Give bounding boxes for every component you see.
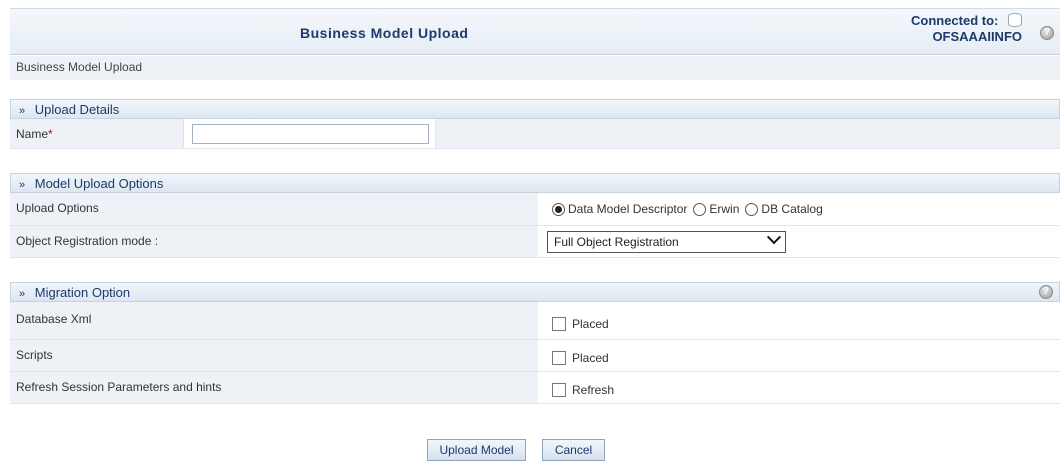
- database-xml-label: Database Xml: [16, 312, 92, 326]
- db-catalog-radio[interactable]: [745, 202, 759, 216]
- refresh-session-row: Refresh Session Parameters and hints Ref…: [10, 372, 1060, 404]
- section-title: Upload Details: [34, 102, 120, 117]
- object-registration-label: Object Registration mode :: [16, 234, 159, 248]
- database-xml-cell: Placed: [538, 302, 1060, 339]
- upload-options-radios: Data Model Descriptor Erwin DB Catalog: [538, 193, 1060, 225]
- database-xml-checkbox[interactable]: [552, 316, 566, 331]
- double-chevron-right-icon: »: [19, 179, 26, 191]
- chevron-down-icon: [766, 229, 782, 244]
- cancel-button[interactable]: Cancel: [542, 439, 605, 461]
- required-mark: *: [48, 127, 53, 141]
- name-field-cell: [184, 119, 436, 148]
- upload-details-section: » Upload Details Name*: [10, 99, 1060, 149]
- connection-info: Connected to: OFSAAAIINFO: [911, 13, 1022, 45]
- database-xml-row: Database Xml Placed: [10, 302, 1060, 340]
- migration-option-header[interactable]: » Migration Option ?: [10, 282, 1060, 302]
- connected-value: OFSAAAIINFO: [932, 29, 1022, 44]
- upload-options-row: Upload Options Data Model Descriptor Erw…: [10, 193, 1060, 226]
- upload-options-label: Upload Options: [16, 201, 99, 215]
- double-chevron-right-icon: »: [19, 105, 26, 117]
- data-model-descriptor-radio[interactable]: [552, 202, 565, 216]
- scripts-checkbox[interactable]: [552, 350, 566, 365]
- help-icon[interactable]: ?: [1039, 285, 1053, 299]
- help-icon[interactable]: ?: [1040, 26, 1054, 40]
- radio-label: DB Catalog: [761, 202, 823, 216]
- radio-label: Data Model Descriptor: [568, 202, 688, 216]
- section-title: Model Upload Options: [34, 176, 164, 191]
- name-row: Name*: [10, 119, 1060, 149]
- breadcrumb: Business Model Upload: [10, 56, 1060, 80]
- erwin-radio[interactable]: [693, 202, 707, 216]
- name-input[interactable]: [192, 123, 429, 144]
- connected-label: Connected to:: [910, 13, 999, 28]
- migration-option-section: » Migration Option ? Database Xml Placed…: [10, 282, 1060, 404]
- scripts-label: Scripts: [16, 348, 53, 362]
- double-chevron-right-icon: »: [19, 288, 26, 300]
- radio-label: Erwin: [709, 202, 740, 216]
- refresh-session-label: Refresh Session Parameters and hints: [16, 380, 222, 394]
- checkbox-label: Refresh: [572, 382, 615, 397]
- object-registration-cell: Full Object Registration: [538, 226, 1060, 257]
- object-registration-select[interactable]: Full Object Registration: [547, 229, 786, 253]
- object-registration-row: Object Registration mode : Full Object R…: [10, 226, 1060, 258]
- title-bar: Business Model Upload Connected to: OFSA…: [10, 8, 1060, 55]
- scripts-cell: Placed: [538, 340, 1060, 371]
- model-upload-options-section: » Model Upload Options Upload Options Da…: [10, 173, 1060, 258]
- page-title: Business Model Upload: [300, 25, 469, 41]
- upload-details-header[interactable]: » Upload Details: [10, 99, 1060, 119]
- upload-model-button[interactable]: Upload Model: [427, 439, 526, 461]
- section-title: Migration Option: [34, 285, 131, 300]
- name-label: Name*: [10, 119, 184, 148]
- refresh-checkbox[interactable]: [552, 382, 566, 397]
- checkbox-label: Placed: [572, 350, 609, 365]
- database-icon: [1008, 13, 1022, 27]
- checkbox-label: Placed: [572, 316, 609, 331]
- scripts-row: Scripts Placed: [10, 340, 1060, 372]
- refresh-session-cell: Refresh: [538, 372, 1060, 403]
- select-value: Full Object Registration: [554, 234, 679, 249]
- model-upload-options-header[interactable]: » Model Upload Options: [10, 173, 1060, 193]
